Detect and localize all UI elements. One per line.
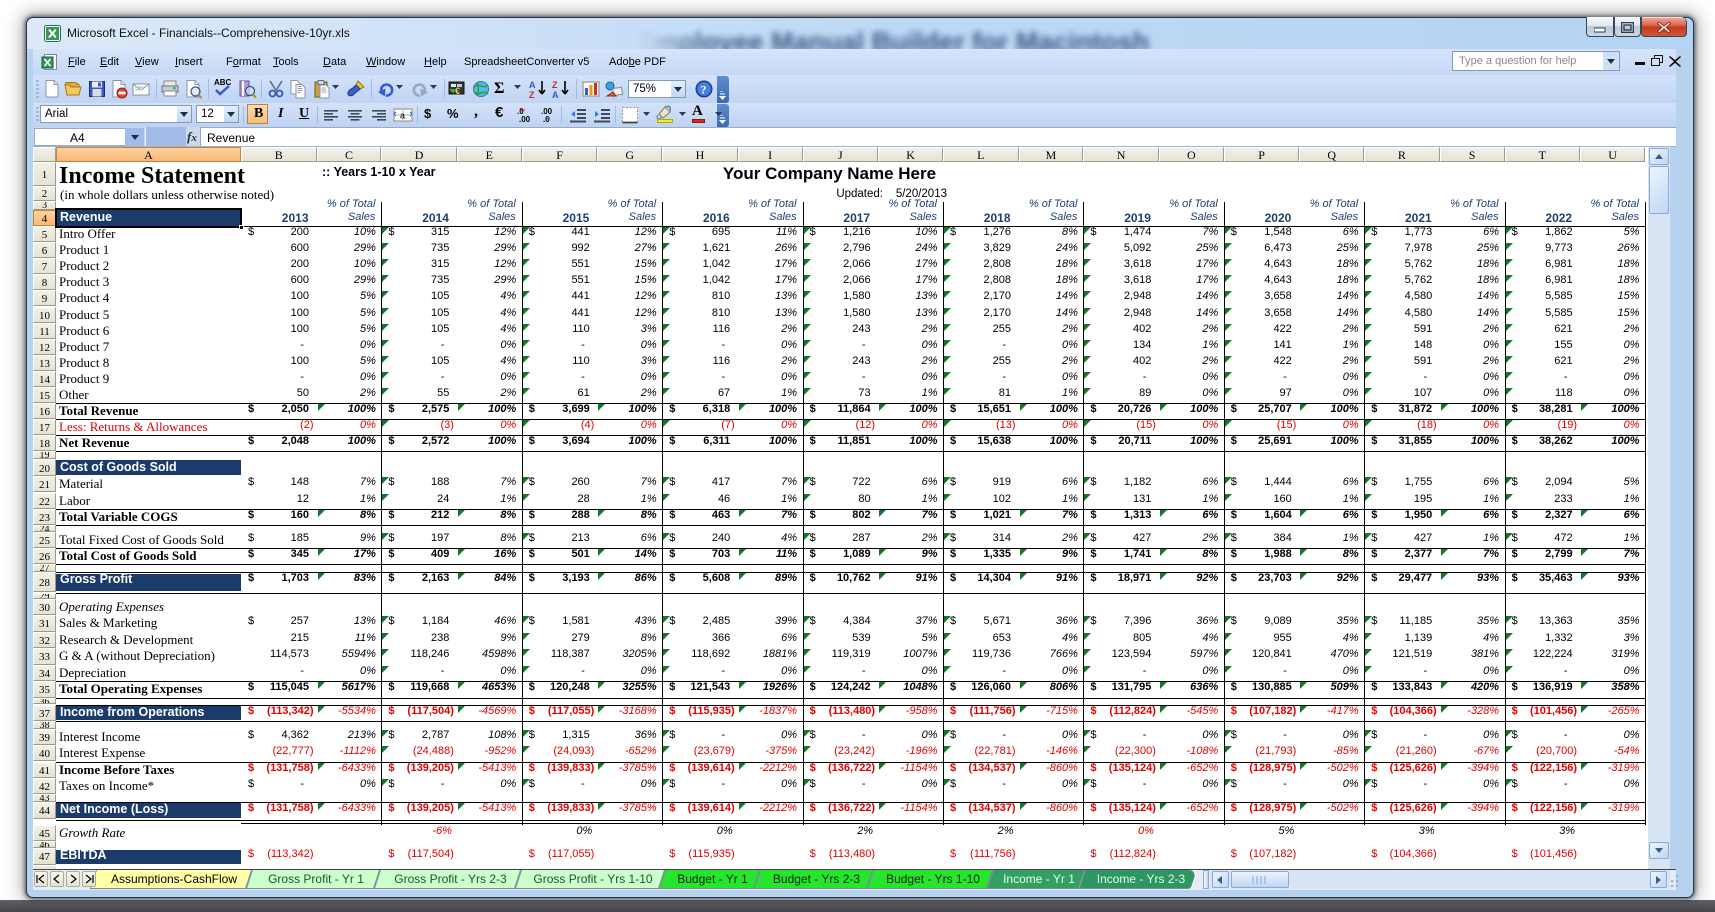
svg-text:€: € xyxy=(455,86,460,96)
svg-text:Z: Z xyxy=(552,80,558,90)
svg-text:?: ? xyxy=(701,83,707,97)
svg-text:Z: Z xyxy=(529,90,535,99)
svg-text:a: a xyxy=(400,111,405,121)
svg-text:A: A xyxy=(529,80,536,90)
svg-text:.0: .0 xyxy=(543,115,550,124)
svg-text:.00: .00 xyxy=(519,115,531,124)
svg-text:A: A xyxy=(552,90,559,99)
svg-text:ABC: ABC xyxy=(214,78,232,87)
